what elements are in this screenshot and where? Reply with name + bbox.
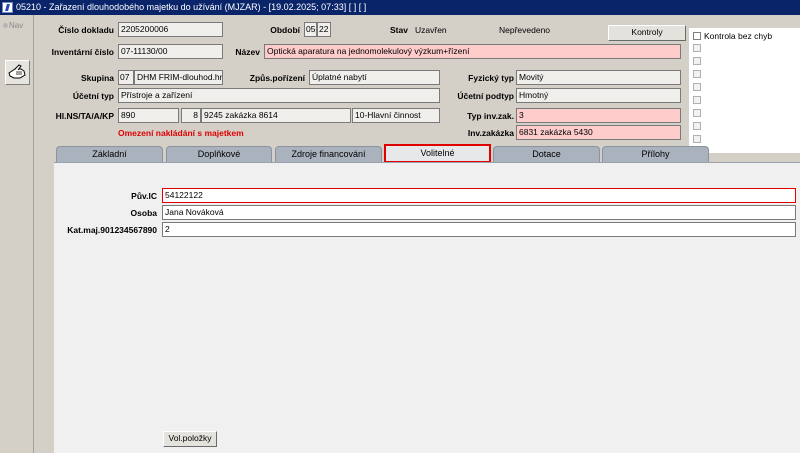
nazev-label: Název — [235, 47, 260, 57]
hlns-label: Hl.NS/TA/A/KP — [55, 111, 114, 121]
cislo-dokladu-field[interactable]: 2205200006 — [118, 22, 223, 37]
kontrola-bez-chyb-checkbox[interactable] — [693, 32, 701, 40]
hlns-zakazka-field[interactable]: 9245 zakázka 8614 — [201, 108, 351, 123]
inv-zakazka-field[interactable]: 6831 zakázka 5430 — [516, 125, 681, 140]
nazev-field[interactable]: Optická aparatura na jednomolekulový výz… — [264, 44, 681, 59]
osoba-field[interactable]: Jana Nováková — [162, 205, 796, 220]
cislo-dokladu-label: Číslo dokladu — [58, 25, 114, 35]
hand-pointer-button[interactable] — [5, 60, 30, 85]
stav-value: Uzavřen — [415, 25, 447, 35]
neprevedeno-status: Nepřevedeno — [499, 25, 551, 35]
fyzicky-typ-field[interactable]: Movitý — [516, 70, 681, 85]
fyzicky-typ-label: Fyzický typ — [468, 73, 514, 83]
typ-inv-zak-label: Typ inv.zak. — [467, 111, 514, 121]
left-toolbar: Nav — [0, 15, 34, 453]
nav-label: Nav — [9, 21, 24, 30]
ucetni-typ-field[interactable]: Přístroje a zařízení — [118, 88, 440, 103]
hlns-ta-field[interactable]: 8 — [181, 108, 201, 123]
obdobi-year-field[interactable]: 22 — [317, 22, 331, 37]
stav-label: Stav — [390, 25, 408, 35]
inv-zakazka-label: Inv.zakázka — [467, 128, 514, 138]
kontrola-bez-chyb-label: Kontrola bez chyb — [704, 31, 773, 41]
typ-inv-zak-field[interactable]: 3 — [516, 108, 681, 123]
hlns-kp-field[interactable]: 10-Hlavní činnost — [352, 108, 440, 123]
skupina-label: Skupina — [80, 73, 114, 83]
window-title: 05210 - Zařazení dlouhodobého majetku do… — [16, 2, 367, 12]
inventarni-cislo-field[interactable]: 07-11130/00 — [118, 44, 223, 59]
obdobi-label: Období — [270, 25, 300, 35]
checkbox-6[interactable] — [693, 96, 701, 104]
checkbox-9[interactable] — [693, 135, 701, 143]
tab-dotace[interactable]: Dotace — [493, 146, 600, 162]
zpus-porizeni-label: Způs.pořízení — [249, 73, 305, 83]
form-main: Číslo dokladu 2205200006 Období 05 22 St… — [34, 15, 800, 453]
omezeni-warning: Omezení nakládání s majetkem — [118, 128, 244, 138]
zpus-porizeni-field[interactable]: Úplatné nabytí — [309, 70, 440, 85]
tab-zakladni[interactable]: Základní — [56, 146, 163, 162]
osoba-label: Osoba — [130, 208, 157, 218]
puv-ic-label: Pův.IC — [131, 191, 157, 201]
skupina-name-field[interactable]: DHM FRIM-dlouhod.hm — [134, 70, 223, 85]
tab-zdroje-financovani[interactable]: Zdroje financování — [275, 146, 382, 162]
nav-indicator[interactable]: Nav — [3, 21, 23, 30]
nav-dot-icon — [3, 23, 8, 28]
inventarni-cislo-label: Inventární číslo — [51, 47, 114, 57]
tab-prilohy[interactable]: Přílohy — [602, 146, 709, 162]
hlns-ns-field[interactable]: 890 — [118, 108, 179, 123]
checkbox-2[interactable] — [693, 44, 701, 52]
ucetni-typ-label: Účetní typ — [72, 91, 114, 101]
ucetni-podtyp-field[interactable]: Hmotný — [516, 88, 681, 103]
kontroly-button[interactable]: Kontroly — [608, 25, 686, 41]
obdobi-month-field[interactable]: 05 — [304, 22, 317, 37]
checkbox-7[interactable] — [693, 109, 701, 117]
checkbox-5[interactable] — [693, 83, 701, 91]
puv-ic-field[interactable]: 54122122 — [162, 188, 796, 203]
kat-maj-field[interactable]: 2 — [162, 222, 796, 237]
tab-volitelne-panel: Pův.IC 54122122 Osoba Jana Nováková Kat.… — [54, 162, 800, 453]
checkbox-8[interactable] — [693, 122, 701, 130]
window-titlebar: 05210 - Zařazení dlouhodobého majetku do… — [0, 0, 800, 15]
tab-doplnkove[interactable]: Doplňkové — [166, 146, 272, 162]
checkbox-3[interactable] — [693, 57, 701, 65]
app-icon — [2, 2, 13, 13]
ucetni-podtyp-label: Účetní podtyp — [457, 91, 514, 101]
tab-volitelne[interactable]: Volitelné — [384, 144, 491, 163]
vol-polozky-button[interactable]: Vol.položky — [163, 431, 217, 447]
kat-maj-label: Kat.maj.901234567890 — [67, 225, 157, 235]
skupina-code-field[interactable]: 07 — [118, 70, 134, 85]
checkbox-4[interactable] — [693, 70, 701, 78]
hand-pointer-icon — [8, 64, 26, 79]
checks-panel: Kontrola bez chyb — [689, 28, 800, 153]
